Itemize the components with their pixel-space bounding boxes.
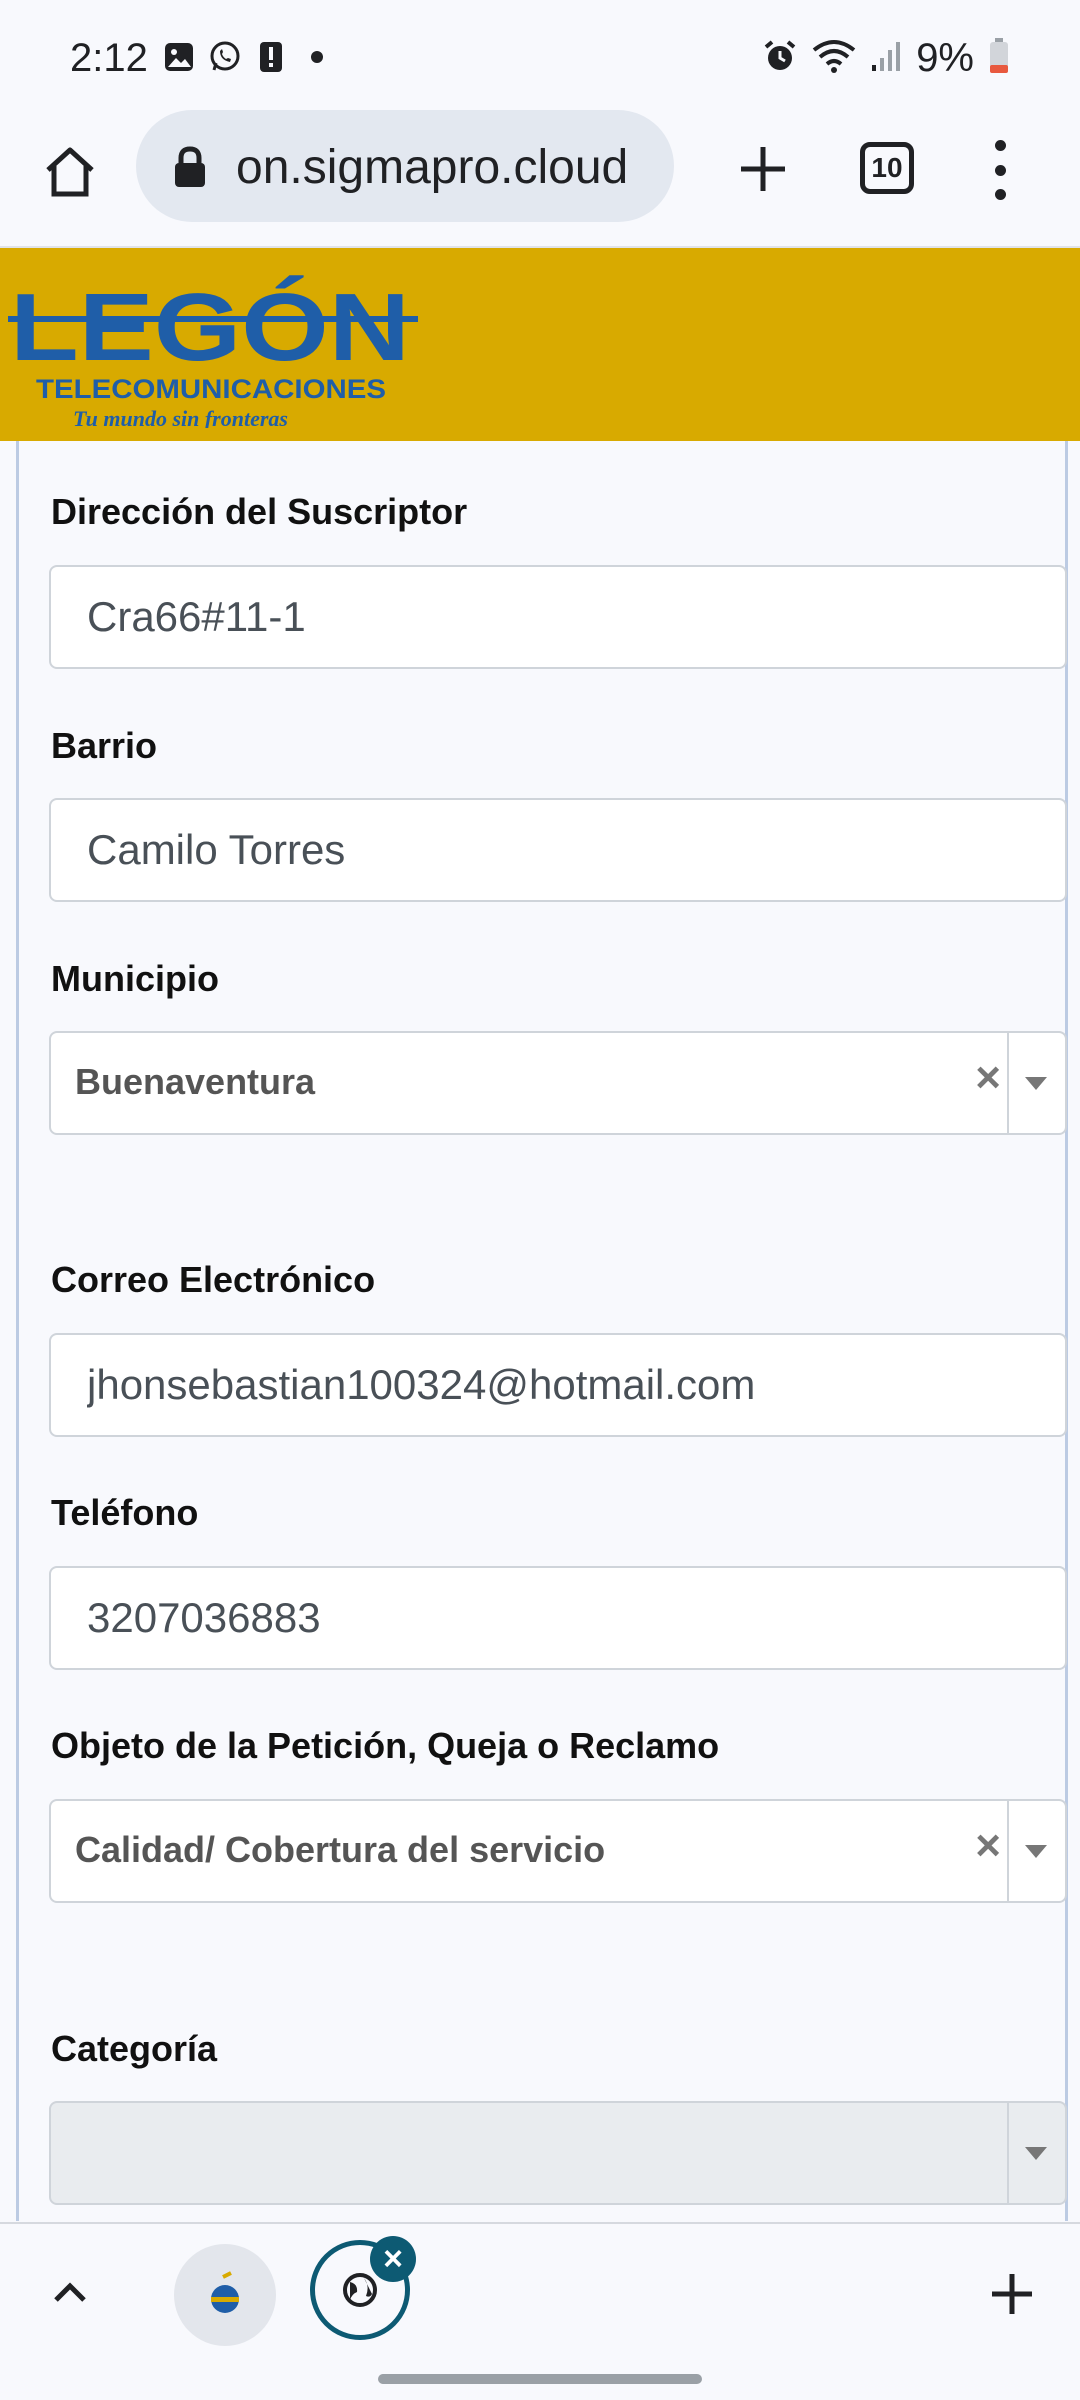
- brand-header: LEGÓN TELECOMUNICACIONES Tu mundo sin fr…: [0, 248, 1080, 441]
- municipio-value: Buenaventura: [75, 1061, 316, 1102]
- logo-name: LEGÓN: [10, 274, 410, 381]
- tab-switcher-button[interactable]: 10: [860, 142, 914, 194]
- telefono-input[interactable]: [51, 1568, 1065, 1668]
- battery-percent: 9%: [916, 36, 974, 80]
- legon-favicon-icon: [211, 2271, 239, 2313]
- legon-logo: LEGÓN TELECOMUNICACIONES Tu mundo sin fr…: [8, 274, 418, 428]
- signal-icon: [870, 39, 902, 78]
- status-bar: 2:12 9%: [0, 0, 1080, 110]
- barrio-input[interactable]: [51, 800, 1065, 900]
- municipio-select[interactable]: Buenaventura ×: [49, 1031, 1067, 1135]
- objeto-select[interactable]: Calidad/ Cobertura del servicio ×: [49, 1799, 1067, 1903]
- direccion-label: Dirección del Suscriptor: [51, 491, 468, 532]
- plus-icon: [741, 147, 785, 191]
- correo-input[interactable]: [51, 1335, 1065, 1435]
- whatsapp-icon: [208, 40, 242, 74]
- battery-icon: [988, 37, 1010, 80]
- barrio-label: Barrio: [51, 725, 158, 766]
- correo-field[interactable]: [49, 1333, 1067, 1437]
- categoria-label: Categoría: [51, 2028, 218, 2069]
- more-menu-button[interactable]: [980, 140, 1020, 200]
- plus-icon: [992, 2274, 1032, 2314]
- direccion-input[interactable]: [51, 567, 1065, 667]
- dot-icon: [300, 40, 334, 74]
- new-tab-button[interactable]: [728, 134, 798, 204]
- barrio-field[interactable]: [49, 798, 1067, 902]
- address-bar[interactable]: on.sigmapro.cloud: [136, 110, 674, 222]
- menu-dot-icon: [994, 164, 1006, 176]
- logo-subtitle: TELECOMUNICACIONES: [36, 374, 386, 404]
- select-divider: [1007, 2103, 1009, 2203]
- municipio-label: Municipio: [51, 958, 219, 999]
- select-divider: [1007, 1033, 1009, 1133]
- dropdown-arrow-icon[interactable]: [1025, 1077, 1047, 1090]
- clear-icon[interactable]: ×: [975, 1053, 1001, 1103]
- home-icon: [46, 147, 94, 197]
- objeto-value: Calidad/ Cobertura del servicio: [75, 1829, 606, 1870]
- clear-icon[interactable]: ×: [975, 1821, 1001, 1871]
- expand-tabs-button[interactable]: [50, 2272, 90, 2312]
- alarm-icon: [762, 38, 798, 79]
- menu-dot-icon: [994, 140, 1006, 151]
- image-icon: [162, 40, 196, 74]
- status-time: 2:12: [70, 36, 148, 80]
- telefono-field[interactable]: [49, 1566, 1067, 1670]
- correo-label: Correo Electrónico: [51, 1259, 376, 1300]
- categoria-select[interactable]: [49, 2101, 1067, 2205]
- select-divider: [1007, 1801, 1009, 1901]
- tab-legon[interactable]: [174, 2244, 276, 2346]
- globe-icon: [343, 2273, 377, 2307]
- add-tab-button[interactable]: [982, 2264, 1042, 2324]
- direccion-field[interactable]: [49, 565, 1067, 669]
- lock-icon: [172, 146, 212, 188]
- browser-toolbar: on.sigmapro.cloud 10: [0, 110, 1080, 248]
- home-button[interactable]: [36, 138, 104, 206]
- telefono-label: Teléfono: [51, 1492, 199, 1533]
- alert-icon: [254, 40, 288, 74]
- system-icons: 9%: [762, 36, 1010, 81]
- objeto-label: Objeto de la Petición, Queja o Reclamo: [51, 1725, 720, 1766]
- tab-strip: ×: [0, 2222, 1080, 2360]
- notification-icons: [162, 40, 334, 74]
- chevron-up-icon: [54, 2282, 86, 2302]
- wifi-icon: [812, 38, 856, 79]
- pqr-form: Dirección del Suscriptor Barrio Municipi…: [16, 441, 1068, 2221]
- gesture-nav-bar[interactable]: [378, 2374, 702, 2384]
- url-text: on.sigmapro.cloud: [236, 141, 629, 194]
- logo-tagline: Tu mundo sin fronteras: [73, 406, 288, 428]
- dropdown-arrow-icon[interactable]: [1025, 2147, 1047, 2160]
- dropdown-arrow-icon[interactable]: [1025, 1845, 1047, 1858]
- menu-dot-icon: [994, 189, 1006, 200]
- close-tab-icon[interactable]: ×: [370, 2236, 416, 2282]
